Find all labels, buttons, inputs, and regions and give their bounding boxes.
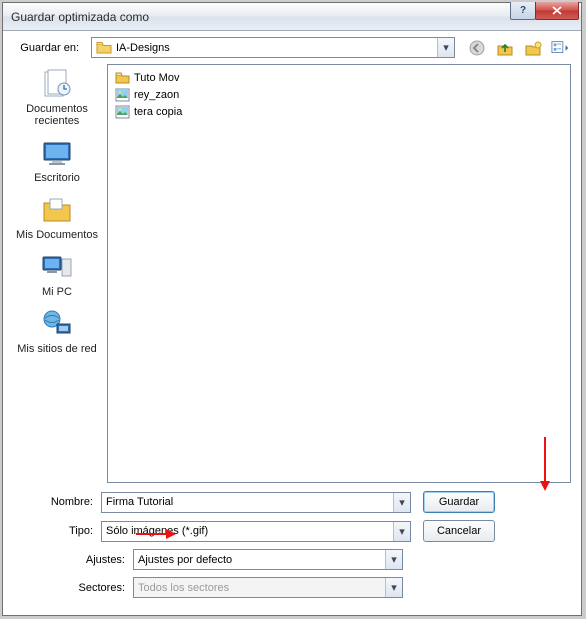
filetype-select[interactable]: Sólo imágenes (*.gif) ▾ — [101, 521, 411, 542]
mydocs-icon — [39, 194, 75, 226]
ajustes-label: Ajustes: — [13, 554, 133, 566]
list-item[interactable]: Tuto Mov — [112, 69, 566, 86]
place-label: Mi PC — [42, 286, 72, 298]
image-file-icon — [114, 104, 130, 120]
file-name: Tuto Mov — [134, 72, 179, 84]
savein-combo[interactable]: IA-Designs ▾ — [91, 37, 455, 58]
window-title: Guardar optimizada como — [11, 10, 149, 24]
chevron-down-icon: ▾ — [437, 38, 454, 57]
chevron-down-icon: ▾ — [385, 550, 402, 569]
place-mydocs[interactable]: Mis Documentos — [16, 194, 98, 241]
cancel-button[interactable]: Cancelar — [423, 520, 495, 542]
place-mypc[interactable]: Mi PC — [39, 251, 75, 298]
places-sidebar: Documentos recientes Escritorio Mis Docu… — [13, 64, 101, 483]
file-name: rey_zaon — [134, 89, 179, 101]
titlebar[interactable]: Guardar optimizada como ? — [3, 3, 581, 31]
views-icon[interactable] — [551, 38, 571, 58]
chevron-down-icon: ▾ — [393, 522, 410, 541]
help-button[interactable]: ? — [510, 2, 536, 20]
close-button[interactable] — [535, 2, 579, 20]
place-label: Escritorio — [34, 172, 80, 184]
folder-icon — [114, 70, 130, 86]
sectores-select: Todos los sectores ▾ — [133, 577, 403, 598]
back-icon[interactable] — [467, 38, 487, 58]
new-folder-icon[interactable] — [523, 38, 543, 58]
place-desktop[interactable]: Escritorio — [34, 137, 80, 184]
place-network[interactable]: Mis sitios de red — [17, 308, 96, 355]
recent-docs-icon — [39, 68, 75, 100]
ajustes-select[interactable]: Ajustes por defecto ▾ — [133, 549, 403, 570]
save-button[interactable]: Guardar — [423, 491, 495, 513]
chevron-down-icon: ▾ — [393, 493, 410, 512]
list-item[interactable]: rey_zaon — [112, 86, 566, 103]
savein-value: IA-Designs — [116, 42, 170, 54]
folder-icon — [96, 41, 112, 55]
filename-label: Nombre: — [13, 496, 101, 508]
place-label: Mis sitios de red — [17, 343, 96, 355]
place-label: Documentos recientes — [13, 103, 101, 127]
savein-label: Guardar en: — [13, 42, 85, 54]
sectores-label: Sectores: — [13, 582, 133, 594]
place-label: Mis Documentos — [16, 229, 98, 241]
place-recent[interactable]: Documentos recientes — [13, 68, 101, 127]
close-icon — [552, 6, 562, 15]
chevron-down-icon: ▾ — [385, 578, 402, 597]
file-list[interactable]: Tuto Mov rey_zaon tera copia — [107, 64, 571, 483]
filename-input[interactable]: Firma Tutorial ▾ — [101, 492, 411, 513]
filetype-label: Tipo: — [13, 525, 101, 537]
mypc-icon — [39, 251, 75, 283]
file-name: tera copia — [134, 106, 182, 118]
desktop-icon — [39, 137, 75, 169]
network-icon — [39, 308, 75, 340]
image-file-icon — [114, 87, 130, 103]
list-item[interactable]: tera copia — [112, 103, 566, 120]
up-icon[interactable] — [495, 38, 515, 58]
save-dialog: Guardar optimizada como ? Guardar en: IA… — [2, 2, 582, 616]
